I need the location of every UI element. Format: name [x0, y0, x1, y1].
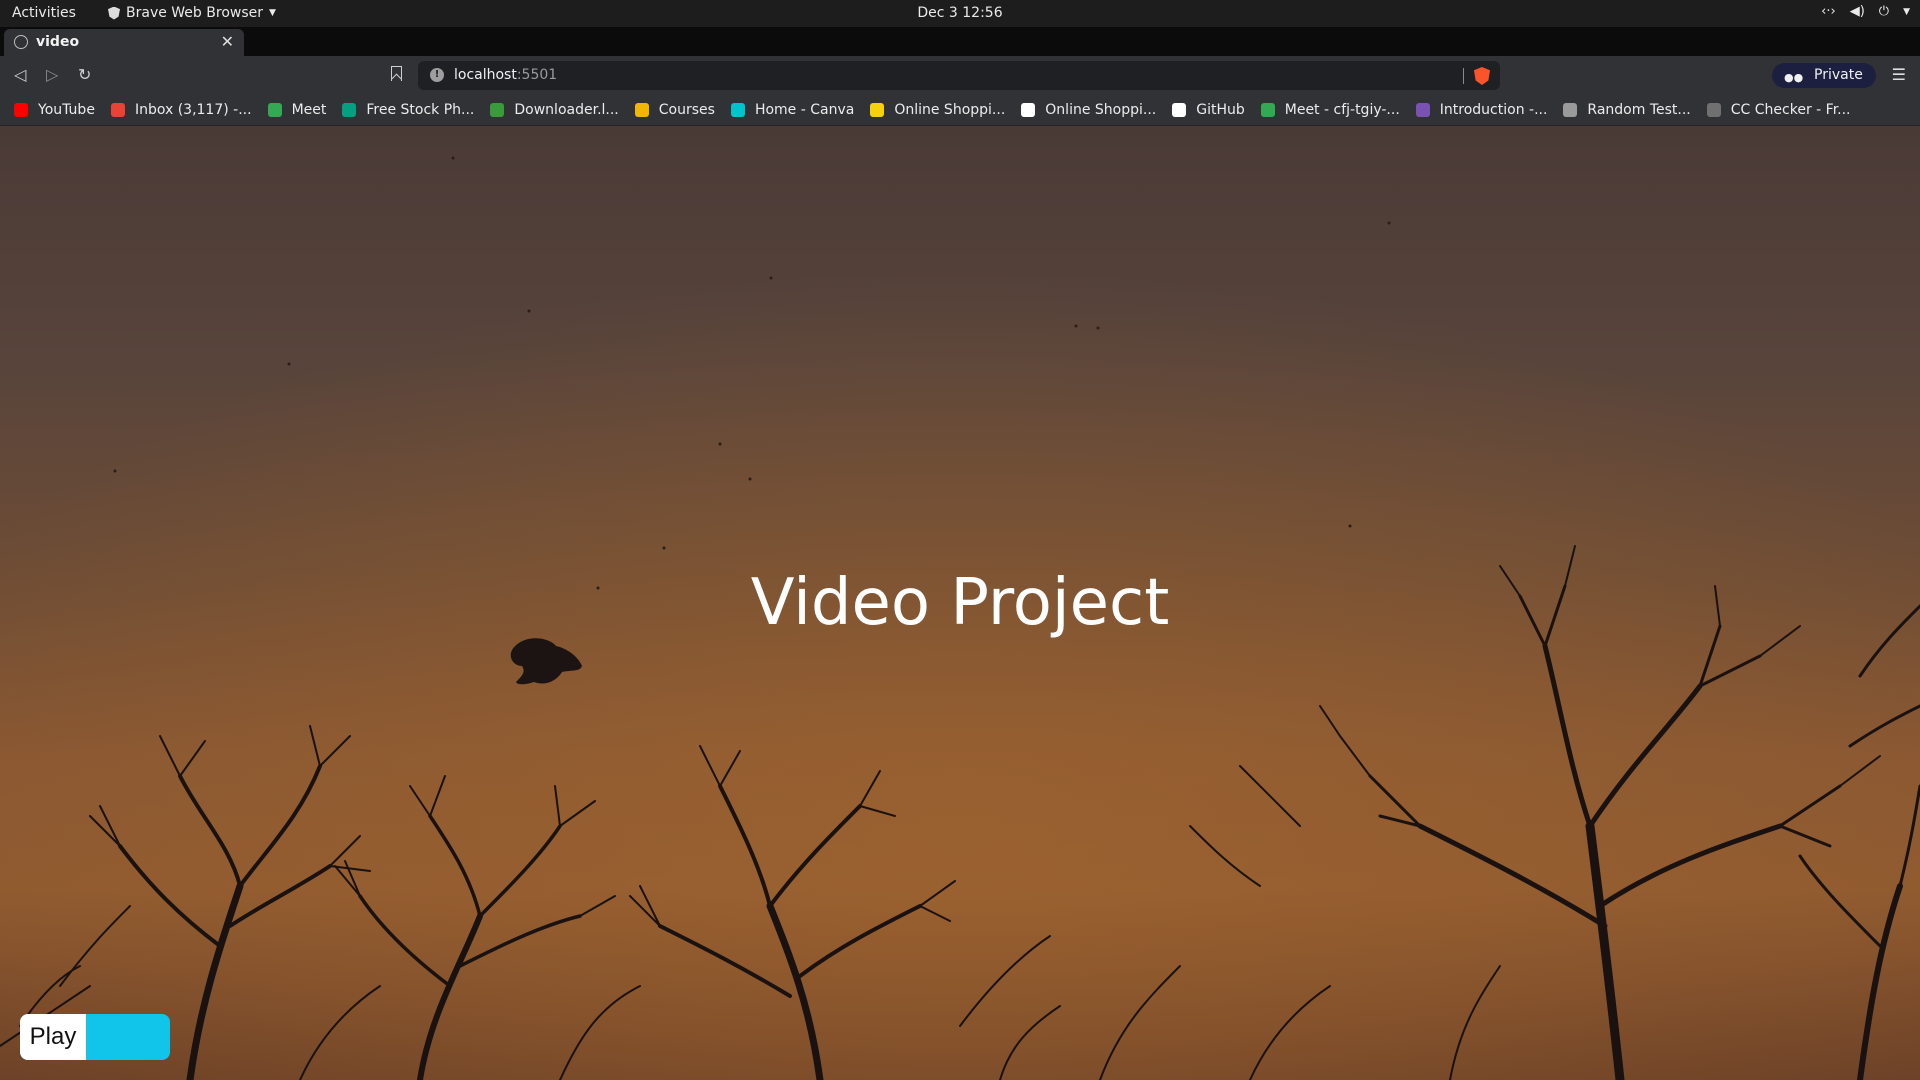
gmail-icon — [110, 103, 125, 117]
url-host: localhost — [454, 67, 517, 83]
close-tab-icon[interactable]: ✕ — [221, 32, 234, 51]
bookmark-label: Online Shoppi... — [1045, 102, 1157, 118]
address-bar[interactable]: ! localhost:5501 — [418, 61, 1500, 90]
brave-shields-icon[interactable] — [1474, 67, 1490, 85]
caret-down-icon: ▼ — [269, 8, 276, 18]
bookmark-item[interactable]: Inbox (3,117) -... — [110, 102, 252, 118]
video-background: Video Project Play — [0, 126, 1920, 1080]
flipkart-icon — [870, 103, 885, 117]
reload-icon[interactable]: ↻ — [78, 65, 91, 84]
brave-lion-icon — [108, 6, 120, 20]
forward-icon[interactable]: ▷ — [46, 65, 58, 84]
app-menu[interactable]: Brave Web Browser ▼ — [108, 5, 276, 21]
tab-title: video — [36, 34, 80, 50]
play-button[interactable]: Play — [20, 1014, 86, 1060]
browser-toolbar: ◁ ▷ ↻ ! localhost:5501 ●● Private ☰ — [0, 56, 1920, 95]
amazon-icon — [1021, 103, 1036, 117]
chevron-down-icon: ▼ — [1903, 6, 1910, 17]
tab-video[interactable]: video ✕ — [4, 29, 244, 56]
bookmark-item[interactable]: CC Checker - Fr... — [1706, 102, 1851, 118]
gear-icon — [1563, 103, 1578, 117]
private-glasses-icon: ●● — [1784, 71, 1804, 84]
bookmark-label: Meet - cfj-tgiy-... — [1284, 102, 1400, 118]
bookmarks-bar: YouTube Inbox (3,117) -... Meet Free Stock … — [0, 95, 1920, 126]
bookmark-item[interactable]: GitHub — [1172, 102, 1245, 118]
pexels-icon — [342, 103, 357, 117]
bookmark-item[interactable]: Random Test... — [1563, 102, 1691, 118]
bookmark-label: Courses — [658, 102, 715, 118]
bookmark-label: Introduction -... — [1439, 102, 1548, 118]
bookmark-item[interactable]: Home - Canva — [730, 102, 855, 118]
bookmark-label: Online Shoppi... — [894, 102, 1006, 118]
canva-icon — [730, 103, 745, 117]
private-label: Private — [1814, 67, 1863, 83]
github-icon — [1172, 103, 1187, 117]
network-icon: ‹·› — [1821, 4, 1836, 19]
bookmark-icon[interactable] — [391, 66, 402, 81]
back-icon[interactable]: ◁ — [14, 65, 26, 84]
play-control[interactable]: Play — [20, 1014, 170, 1060]
page-title: Video Project — [750, 566, 1170, 640]
bookmark-label: YouTube — [38, 102, 95, 118]
youtube-icon — [14, 103, 28, 117]
bookmark-label: Random Test... — [1587, 102, 1691, 118]
system-tray[interactable]: ‹·› ◀) ⏻ ▼ — [1821, 4, 1910, 19]
globe-icon — [14, 35, 28, 49]
divider — [1463, 68, 1464, 84]
bookmark-label: Downloader.l... — [514, 102, 619, 118]
activities-button[interactable]: Activities — [12, 5, 76, 21]
courses-icon — [634, 103, 649, 117]
bookmark-item[interactable]: Free Stock Ph... — [342, 102, 474, 118]
bookmark-item[interactable]: Downloader.l... — [490, 102, 619, 118]
bookmark-item[interactable]: Online Shoppi... — [1021, 102, 1156, 118]
bootstrap-icon — [1415, 103, 1430, 117]
bookmark-item[interactable]: Online Shoppi... — [870, 102, 1005, 118]
system-top-bar: Activities Brave Web Browser ▼ Dec 3 12:… — [0, 0, 1920, 27]
power-icon: ⏻ — [1878, 4, 1890, 19]
tab-strip: video ✕ + — ❐ ✕ — [0, 27, 1920, 80]
hamburger-menu-icon[interactable]: ☰ — [1892, 65, 1906, 84]
bookmark-item[interactable]: YouTube — [14, 102, 95, 118]
bookmark-label: Free Stock Ph... — [366, 102, 475, 118]
bookmark-label: Home - Canva — [754, 102, 855, 118]
private-badge[interactable]: ●● Private — [1772, 63, 1876, 88]
bookmark-item[interactable]: Introduction -... — [1415, 102, 1548, 118]
bookmark-item[interactable]: Meet - cfj-tgiy-... — [1260, 102, 1400, 118]
bookmark-label: Inbox (3,117) -... — [134, 102, 252, 118]
meet-icon — [1260, 103, 1275, 117]
app-name: Brave Web Browser — [126, 5, 263, 21]
url-port: :5501 — [516, 67, 558, 83]
bookmark-label: GitHub — [1196, 102, 1245, 118]
bookmark-item[interactable]: Meet — [267, 102, 327, 118]
bookmark-item[interactable]: Courses — [634, 102, 715, 118]
site-info-icon[interactable]: ! — [430, 68, 444, 82]
bookmark-label: CC Checker - Fr... — [1730, 102, 1851, 118]
url-text: localhost:5501 — [454, 67, 557, 83]
bookmark-label: Meet — [291, 102, 327, 118]
volume-icon: ◀) — [1849, 4, 1865, 19]
clock[interactable]: Dec 3 12:56 — [917, 5, 1002, 21]
cc-checker-icon — [1706, 103, 1721, 117]
meet-icon — [267, 103, 282, 117]
downloader-icon — [490, 103, 505, 117]
